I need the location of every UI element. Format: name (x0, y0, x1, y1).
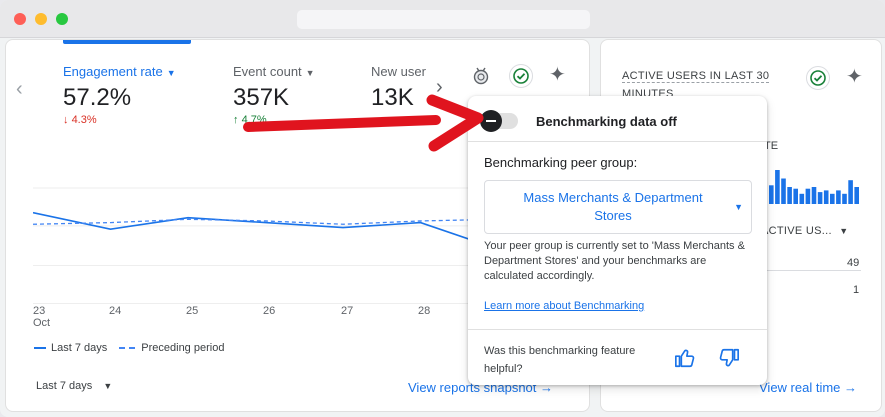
arrow-up-icon: ↑ (233, 114, 239, 126)
active-users-column-header[interactable]: ACTIVE US... ▼ (761, 225, 848, 237)
zoom-window-button[interactable] (56, 13, 68, 25)
dashed-line-swatch (119, 347, 136, 349)
check-circle-icon (810, 70, 826, 86)
address-bar[interactable] (297, 10, 590, 29)
caret-down-icon: ▼ (305, 68, 315, 78)
metric-engagement-rate[interactable]: Engagement rate ▼ 57.2% ↓ 4.3% (63, 64, 176, 126)
peer-group-value: Mass Merchants & Department Stores (523, 190, 703, 223)
caret-down-icon: ▼ (166, 68, 176, 78)
thumbs-up-icon[interactable] (674, 347, 696, 369)
realtime-bar-chart (769, 170, 859, 204)
realtime-bar (805, 188, 811, 204)
realtime-bar (775, 170, 780, 204)
metric-value: 57.2% (63, 84, 132, 111)
realtime-bar (799, 193, 805, 204)
medal-icon (473, 67, 489, 85)
peer-group-select[interactable]: Mass Merchants & Department Stores ▼ (484, 180, 752, 234)
peer-group-label: Benchmarking peer group: (484, 155, 638, 170)
row-divider (761, 270, 861, 271)
metric-label: Event count (233, 64, 302, 79)
x-tick-label: 28 (418, 305, 431, 317)
arrow-down-icon: ↓ (63, 114, 69, 126)
chevron-left-icon[interactable]: ‹ (16, 78, 23, 101)
arrow-right-icon: → (844, 380, 858, 395)
chevron-right-icon[interactable]: › (436, 76, 443, 99)
x-tick-label: 23 (33, 305, 46, 317)
title-bar (0, 0, 885, 38)
realtime-bar (787, 187, 792, 204)
realtime-bar (811, 187, 817, 204)
metric-label: Engagement rate (63, 64, 163, 79)
realtime-check-button[interactable] (806, 66, 830, 90)
solid-line-swatch (34, 347, 46, 349)
realtime-bar (817, 192, 823, 204)
metric-change: 4.7% (241, 114, 267, 126)
chart-legend: Last 7 days Preceding period (34, 342, 224, 354)
x-tick-label: 25 (186, 305, 199, 317)
realtime-bar (830, 193, 835, 204)
active-metric-indicator (63, 40, 191, 44)
metric-value: 13K (371, 84, 414, 111)
divider (468, 141, 767, 142)
x-axis-labels: 23 Oct 24 25 26 27 28 (33, 305, 491, 335)
x-tick-label: 26 (263, 305, 276, 317)
realtime-bar (854, 187, 859, 204)
close-window-button[interactable] (14, 13, 26, 25)
x-tick-sublabel: Oct (33, 317, 51, 329)
legend-previous: Preceding period (141, 342, 225, 354)
line-chart (33, 187, 491, 304)
thumbs-down-icon[interactable] (718, 347, 740, 369)
peer-group-description: Your peer group is currently set to 'Mas… (484, 240, 745, 282)
metric-value: 357K (233, 84, 290, 111)
legend-current: Last 7 days (51, 342, 108, 354)
realtime-bar (769, 185, 774, 204)
insight-check-button[interactable] (509, 64, 533, 88)
sparkle-icon[interactable]: ✦ (549, 62, 566, 87)
realtime-bar (793, 188, 798, 204)
realtime-bar (823, 190, 829, 204)
benchmarking-popover: Benchmarking data off Benchmarking peer … (468, 96, 767, 385)
date-range-label: Last 7 days (36, 380, 93, 392)
browser-window: ‹ Engagement rate ▼ 57.2% ↓ 4.3% Event co… (0, 0, 885, 417)
realtime-bar (781, 178, 786, 204)
realtime-bar (836, 190, 841, 204)
sparkle-icon[interactable]: ✦ (846, 64, 863, 89)
metric-new-users[interactable]: New user 13K (371, 64, 426, 114)
caret-down-icon: ▼ (839, 226, 849, 236)
link-label: View real time (759, 380, 841, 395)
feedback-question: Was this benchmarking feature helpful? (484, 345, 636, 375)
caret-down-icon: ▼ (103, 381, 113, 391)
x-tick-label: 27 (341, 305, 354, 317)
metric-event-count[interactable]: Event count ▼ 357K ↑ 4.7% (233, 64, 315, 126)
check-circle-icon (513, 68, 529, 84)
benchmarking-status-label: Benchmarking data off (536, 114, 677, 129)
divider (468, 329, 767, 330)
series-line-current (33, 211, 491, 248)
learn-more-link[interactable]: Learn more about Benchmarking (484, 300, 644, 312)
view-real-time-link[interactable]: View real time → (759, 380, 857, 395)
date-range-selector[interactable]: Last 7 days ▼ (36, 380, 112, 392)
realtime-value: 49 (847, 257, 860, 269)
benchmarking-toggle[interactable] (480, 110, 518, 132)
realtime-bar (848, 180, 853, 204)
x-tick-label: 24 (109, 305, 122, 317)
minimize-window-button[interactable] (35, 13, 47, 25)
benchmark-medal-button[interactable] (469, 64, 493, 88)
caret-down-icon: ▼ (734, 202, 743, 212)
metric-change: 4.3% (71, 114, 97, 126)
realtime-value: 1 (853, 284, 860, 296)
metric-label: New user (371, 64, 426, 79)
realtime-bar (842, 193, 847, 204)
toggle-knob (480, 110, 502, 132)
